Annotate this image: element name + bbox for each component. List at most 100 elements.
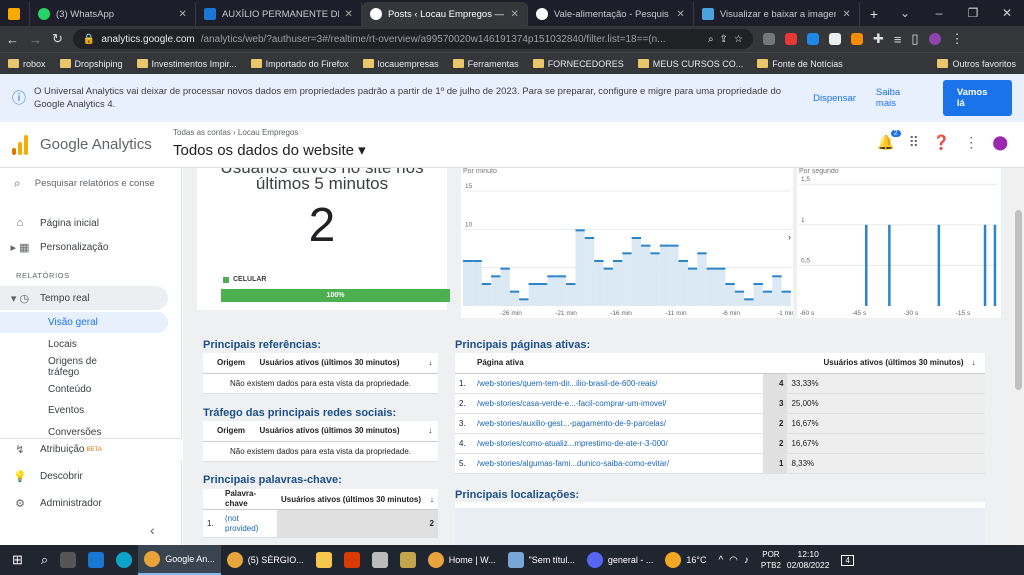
- office-icon[interactable]: [338, 545, 366, 575]
- language-indicator[interactable]: POR PTB2: [755, 545, 787, 575]
- volume-icon[interactable]: ♪: [744, 555, 749, 566]
- weather-widget[interactable]: 16°C: [659, 545, 712, 575]
- clock[interactable]: 12:10 02/08/2022: [787, 549, 836, 571]
- apps-grid-icon[interactable]: ⠿: [909, 134, 919, 151]
- bookmark-item[interactable]: Fonte de Notícias: [757, 59, 843, 69]
- more-icon[interactable]: ⋮: [964, 134, 978, 151]
- page-scrollbar[interactable]: [1013, 168, 1024, 545]
- edge-icon[interactable]: [110, 545, 138, 575]
- migrate-button[interactable]: Vamos lá: [942, 80, 1013, 116]
- sidebar-item-home[interactable]: ⌂ Página inicial: [0, 212, 182, 234]
- forward-icon[interactable]: →: [29, 32, 42, 47]
- close-icon[interactable]: ✕: [345, 9, 353, 20]
- tab-search-icon[interactable]: ⌄: [888, 6, 922, 20]
- notifications-icon[interactable]: 🔔 2: [877, 130, 901, 151]
- reading-list-icon[interactable]: ≡: [894, 32, 902, 47]
- sidebar-item-events[interactable]: Eventos: [0, 400, 182, 420]
- profile-avatar[interactable]: [928, 33, 941, 45]
- browser-tab[interactable]: Visualizar e baixar a imagem ✕: [694, 2, 860, 26]
- property-selector[interactable]: Todos os dados do website ▾: [173, 141, 366, 159]
- task-view-icon[interactable]: [54, 545, 82, 575]
- app-icon[interactable]: [366, 545, 394, 575]
- collapse-sidebar-icon[interactable]: ‹: [150, 522, 155, 538]
- search-icon[interactable]: ⌕: [35, 545, 54, 575]
- sidebar-item-discover[interactable]: 💡 Descobrir: [0, 465, 182, 487]
- extension-icon[interactable]: [828, 33, 841, 45]
- wifi-icon[interactable]: ◠: [729, 555, 738, 566]
- taskbar-item-discord[interactable]: general - ...: [581, 545, 660, 575]
- close-icon[interactable]: ✕: [842, 9, 850, 20]
- scrollbar-thumb[interactable]: [1015, 210, 1022, 390]
- sort-arrow-icon[interactable]: ↓: [425, 489, 438, 510]
- bookmark-item[interactable]: Ferramentas: [452, 59, 519, 69]
- folder-icon: [362, 59, 374, 68]
- system-tray[interactable]: ^ ◠ ♪: [712, 545, 754, 575]
- bookmark-item[interactable]: locauempresas: [362, 59, 439, 69]
- browser-tab[interactable]: [0, 2, 30, 26]
- back-icon[interactable]: ←: [6, 32, 19, 47]
- bookmark-item[interactable]: MEUS CURSOS CO...: [637, 59, 743, 69]
- address-bar[interactable]: 🔒 analytics.google.com/analytics/web/?au…: [72, 29, 753, 49]
- help-icon[interactable]: ❓: [933, 134, 950, 151]
- sidebar-item-attribution[interactable]: ↯ Atribuição BETA: [0, 438, 182, 460]
- bookmark-item[interactable]: Dropshiping: [59, 59, 123, 69]
- side-panel-icon[interactable]: ▯: [911, 31, 918, 47]
- taskbar-item-chrome[interactable]: Google An...: [138, 545, 221, 575]
- share-icon[interactable]: ⇪: [720, 34, 728, 45]
- sidebar-item-customization[interactable]: ▸ ▦ Personalização: [0, 236, 182, 258]
- bookmark-item[interactable]: robox: [8, 59, 46, 69]
- explorer-icon[interactable]: [310, 545, 338, 575]
- extension-icon[interactable]: [784, 33, 797, 45]
- restore-icon[interactable]: ❐: [956, 6, 990, 20]
- extension-icon[interactable]: [850, 33, 863, 45]
- close-window-icon[interactable]: ✕: [990, 6, 1024, 20]
- sidebar-item-admin[interactable]: ⚙ Administrador: [0, 492, 182, 514]
- taskbar-item-chrome-3[interactable]: Home | W...: [422, 545, 502, 575]
- bookmark-item[interactable]: FORNECEDORES: [532, 59, 624, 69]
- extension-icon[interactable]: [762, 33, 775, 45]
- zoom-icon[interactable]: ⌕: [708, 34, 714, 45]
- other-bookmarks[interactable]: Outros favoritos: [937, 59, 1016, 69]
- browser-tab[interactable]: Vale-alimentação - Pesquis ✕: [528, 2, 694, 26]
- social-title: Tráfego das principais redes sociais:: [203, 407, 397, 419]
- taskbar-item-paint[interactable]: "Sem títul...: [502, 545, 581, 575]
- learn-more-link[interactable]: Saiba mais: [876, 87, 923, 109]
- app-icon[interactable]: [394, 545, 422, 575]
- reload-icon[interactable]: ↻: [52, 31, 63, 47]
- close-icon[interactable]: ✕: [676, 9, 684, 20]
- sidebar-item-locations[interactable]: Locais: [0, 334, 182, 354]
- sidebar-item-realtime[interactable]: ▾ ◷ Tempo real: [0, 286, 168, 310]
- start-button[interactable]: ⊞: [0, 545, 35, 575]
- sidebar-search[interactable]: ⌕ Pesquisar relatórios e conse: [14, 176, 155, 191]
- locations-map[interactable]: [455, 502, 985, 545]
- close-icon[interactable]: ✕: [179, 9, 187, 20]
- browser-tab[interactable]: (3) WhatsApp ✕: [30, 2, 196, 26]
- dismiss-button[interactable]: Dispensar: [813, 93, 856, 104]
- bookmark-item[interactable]: Investimentos Impir...: [136, 59, 237, 69]
- notification-center[interactable]: 4: [835, 545, 859, 575]
- menu-icon[interactable]: ⋮: [951, 31, 964, 47]
- bookmark-star-icon[interactable]: ☆: [734, 34, 743, 45]
- minimize-icon[interactable]: –: [922, 6, 956, 20]
- bookmark-item[interactable]: Importado do Firefox: [250, 59, 349, 69]
- browser-tab-active[interactable]: Posts ‹ Locau Empregos — ✕: [361, 2, 528, 26]
- extensions-puzzle-icon[interactable]: ✚: [873, 31, 884, 47]
- chart-expand-icon[interactable]: ›: [788, 232, 791, 242]
- analytics-logo-icon[interactable]: [12, 135, 28, 155]
- sort-arrow-icon[interactable]: ↓: [424, 421, 438, 442]
- sidebar-item-content[interactable]: Conteúdo: [0, 379, 182, 399]
- taskbar-item-chrome-2[interactable]: (5) SÉRGIO...: [221, 545, 310, 575]
- close-icon[interactable]: ✕: [510, 9, 518, 20]
- browser-tab[interactable]: AUXÍLIO PERMANENTE DE...✕: [196, 2, 362, 26]
- account-avatar[interactable]: ⬤: [992, 134, 1008, 151]
- sort-arrow-icon[interactable]: ↓: [967, 353, 985, 374]
- new-tab-button[interactable]: +: [860, 2, 888, 26]
- mail-icon[interactable]: [82, 545, 110, 575]
- sort-arrow-icon[interactable]: ↓: [424, 353, 438, 374]
- sidebar-item-traffic-sources[interactable]: Origens de tráfego: [0, 354, 182, 380]
- extension-icon[interactable]: [806, 33, 819, 45]
- sidebar-item-overview[interactable]: Visão geral: [0, 312, 168, 333]
- tray-arrow-icon[interactable]: ^: [718, 555, 723, 566]
- bar-fill: [566, 283, 576, 306]
- breadcrumb[interactable]: Todas as contas › Locau Empregos: [173, 128, 298, 137]
